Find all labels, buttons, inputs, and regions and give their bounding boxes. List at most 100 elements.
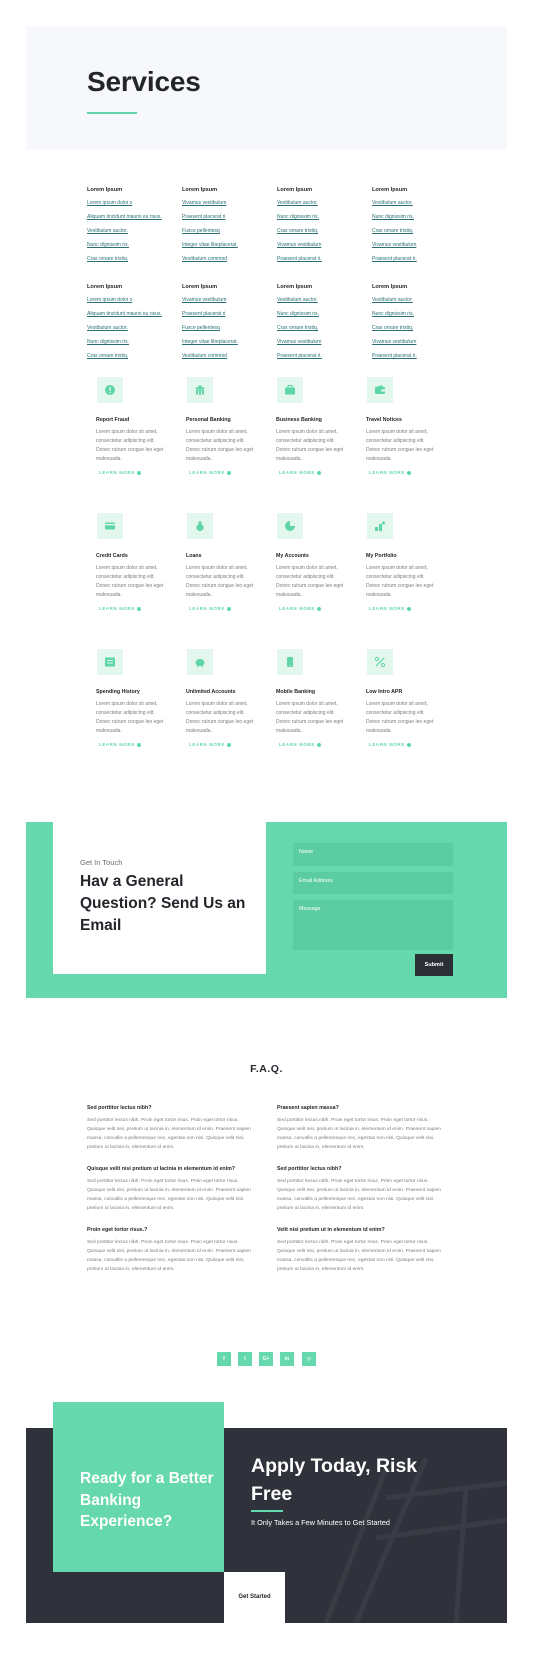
- learn-more-link[interactable]: LEARN MORE: [279, 470, 354, 475]
- learn-more-link[interactable]: LEARN MORE: [279, 742, 354, 747]
- footer-link[interactable]: Nunc dignissim ris.: [87, 335, 177, 349]
- arrow-circle-icon: [316, 470, 321, 475]
- contact-title: Hav a General Question? Send Us an Email: [80, 873, 246, 934]
- service-description-line: Lorem ipsum dolor sit amet,: [96, 701, 158, 707]
- cta-subtitle: It Only Takes a Few Minutes to Get Start…: [251, 1518, 390, 1527]
- footer-link[interactable]: Nunc dignissim ris.: [277, 210, 367, 224]
- learn-more-link[interactable]: LEARN MORE: [189, 742, 264, 747]
- service-description-line: malesuada.: [96, 592, 122, 598]
- footer-link[interactable]: Cras ornare tristiq.: [372, 224, 462, 238]
- service-card: Low Intro APR Lorem ipsum dolor sit amet,…: [366, 649, 444, 747]
- faq-item: Proin eget tortor risus.? Sed porttitor l…: [87, 1227, 257, 1274]
- footer-link[interactable]: Praesent placerat ri.: [372, 252, 462, 266]
- footer-link[interactable]: Integer vitae libeplacerat.: [182, 238, 272, 252]
- facebook-icon[interactable]: f: [217, 1352, 231, 1366]
- email-field[interactable]: Email Address: [293, 872, 453, 894]
- footer-link[interactable]: Nunc dignissim ris.: [372, 210, 462, 224]
- learn-more-link[interactable]: LEARN MORE: [99, 470, 174, 475]
- service-description-line: Donec rutrum congue leo eget: [276, 583, 344, 589]
- cta-underline: [251, 1510, 283, 1512]
- footer-link[interactable]: Cras ornare tristiq.: [277, 224, 367, 238]
- service-title: Business Banking: [276, 417, 322, 423]
- footer-link[interactable]: Fusce pellentesq: [182, 224, 272, 238]
- learn-more-label: LEARN MORE: [279, 742, 315, 747]
- instagram-icon[interactable]: ◎: [302, 1352, 316, 1366]
- footer-link[interactable]: Vestibulum auctor.: [372, 293, 462, 307]
- submit-button[interactable]: Submit: [415, 954, 453, 976]
- footer-link[interactable]: Vestibulum auctor.: [372, 196, 462, 210]
- learn-more-link[interactable]: LEARN MORE: [189, 606, 264, 611]
- faq-item: Sed porttitor lectus nibh? Sed porttitor …: [277, 1166, 447, 1213]
- footer-link[interactable]: Vestibulum commod: [182, 252, 272, 266]
- footer-link[interactable]: Cras ornare tristiq.: [87, 252, 177, 266]
- footer-link[interactable]: Praesent placerat ri: [182, 210, 272, 224]
- service-description: Lorem ipsum dolor sit amet, consectetur a…: [186, 564, 260, 600]
- service-card: Report Fraud Lorem ipsum dolor sit amet, c…: [96, 377, 174, 475]
- learn-more-label: LEARN MORE: [99, 606, 135, 611]
- footer-link[interactable]: Nunc dignissim ris.: [277, 307, 367, 321]
- learn-more-label: LEARN MORE: [279, 606, 315, 611]
- service-description-line: consectetur adipiscing elit.: [186, 574, 245, 580]
- service-description-line: Lorem ipsum dolor sit amet,: [276, 701, 338, 707]
- service-description-line: Donec rutrum congue leo eget: [96, 447, 164, 453]
- arrow-circle-icon: [226, 606, 231, 611]
- faq-answer: Sed porttitor lectus nibh. Proin eget to…: [87, 1240, 251, 1273]
- service-description-line: malesuada.: [276, 456, 302, 462]
- footer-link[interactable]: Cras ornare tristiq.: [87, 349, 177, 363]
- footer-link[interactable]: Vestibulum auctor.: [277, 293, 367, 307]
- footer-link[interactable]: Aliquam tincidunt mauris eu risus.: [87, 210, 177, 224]
- learn-more-label: LEARN MORE: [279, 470, 315, 475]
- learn-more-link[interactable]: LEARN MORE: [369, 470, 444, 475]
- service-description: Lorem ipsum dolor sit amet, consectetur a…: [366, 428, 440, 464]
- footer-link[interactable]: Nunc dignissim ris.: [372, 307, 462, 321]
- service-description-line: consectetur adipiscing elit.: [276, 438, 335, 444]
- message-field[interactable]: Message: [293, 900, 453, 950]
- service-description-line: consectetur adipiscing elit.: [276, 710, 335, 716]
- learn-more-link[interactable]: LEARN MORE: [369, 742, 444, 747]
- service-description-line: Lorem ipsum dolor sit amet,: [366, 701, 428, 707]
- learn-more-link[interactable]: LEARN MORE: [279, 606, 354, 611]
- footer-link[interactable]: Vivamus vestibulum: [372, 238, 462, 252]
- footer-link[interactable]: Nunc dignissim ris.: [87, 238, 177, 252]
- service-description: Lorem ipsum dolor sit amet, consectetur a…: [276, 700, 350, 736]
- footer-link[interactable]: Aliquam tincidunt mauris eu risus.: [87, 307, 177, 321]
- arrow-circle-icon: [406, 606, 411, 611]
- service-description: Lorem ipsum dolor sit amet, consectetur a…: [96, 564, 170, 600]
- learn-more-link[interactable]: LEARN MORE: [369, 606, 444, 611]
- footer-link[interactable]: Praesent placerat ri.: [372, 349, 462, 363]
- credit-card-icon: [97, 513, 123, 539]
- linkedin-icon[interactable]: in: [280, 1352, 294, 1366]
- service-title: Spending History: [96, 689, 140, 695]
- footer-link[interactable]: Vivamus vestibulum: [277, 335, 367, 349]
- google-plus-icon[interactable]: G+: [259, 1352, 273, 1366]
- footer-link[interactable]: Vivamus vestibulum: [372, 335, 462, 349]
- footer-link[interactable]: Vestibulum auctor.: [277, 196, 367, 210]
- twitter-icon[interactable]: t: [238, 1352, 252, 1366]
- footer-link[interactable]: Fusce pellentesq: [182, 321, 272, 335]
- faq-answer: Sed porttitor lectus nibh. Proin eget to…: [277, 1240, 441, 1273]
- learn-more-label: LEARN MORE: [189, 606, 225, 611]
- footer-link[interactable]: Cras ornare tristiq.: [277, 321, 367, 335]
- footer-link[interactable]: Vestibulum auctor.: [87, 321, 177, 335]
- learn-more-link[interactable]: LEARN MORE: [99, 606, 174, 611]
- footer-link[interactable]: Lorem ipsum dolor s: [87, 293, 177, 307]
- footer-link[interactable]: Lorem ipsum dolor s: [87, 196, 177, 210]
- footer-link[interactable]: Cras ornare tristiq.: [372, 321, 462, 335]
- name-field[interactable]: Name: [293, 843, 453, 866]
- footer-link[interactable]: Vestibulum commod: [182, 349, 272, 363]
- footer-link[interactable]: Praesent placerat ri: [182, 307, 272, 321]
- footer-link[interactable]: Praesent placerat ri.: [277, 349, 367, 363]
- learn-more-link[interactable]: LEARN MORE: [189, 470, 264, 475]
- learn-more-link[interactable]: LEARN MORE: [99, 742, 174, 747]
- footer-link[interactable]: Praesent placerat ri.: [277, 252, 367, 266]
- footer-link[interactable]: Integer vitae libeplacerat.: [182, 335, 272, 349]
- footer-link[interactable]: Vivamus vestibulum: [182, 196, 272, 210]
- service-description-line: Lorem ipsum dolor sit amet,: [186, 565, 248, 571]
- service-card: Loans Lorem ipsum dolor sit amet, consecte…: [186, 513, 264, 611]
- footer-link[interactable]: Vivamus vestibulum: [277, 238, 367, 252]
- footer-link[interactable]: Vestibulum auctor.: [87, 224, 177, 238]
- faq-item: Sed porttitor lectus nibh? Sed porttitor …: [87, 1105, 257, 1152]
- get-started-button[interactable]: Get Started: [224, 1572, 285, 1623]
- service-title: Personal Banking: [186, 417, 231, 423]
- footer-link[interactable]: Vivamus vestibulum: [182, 293, 272, 307]
